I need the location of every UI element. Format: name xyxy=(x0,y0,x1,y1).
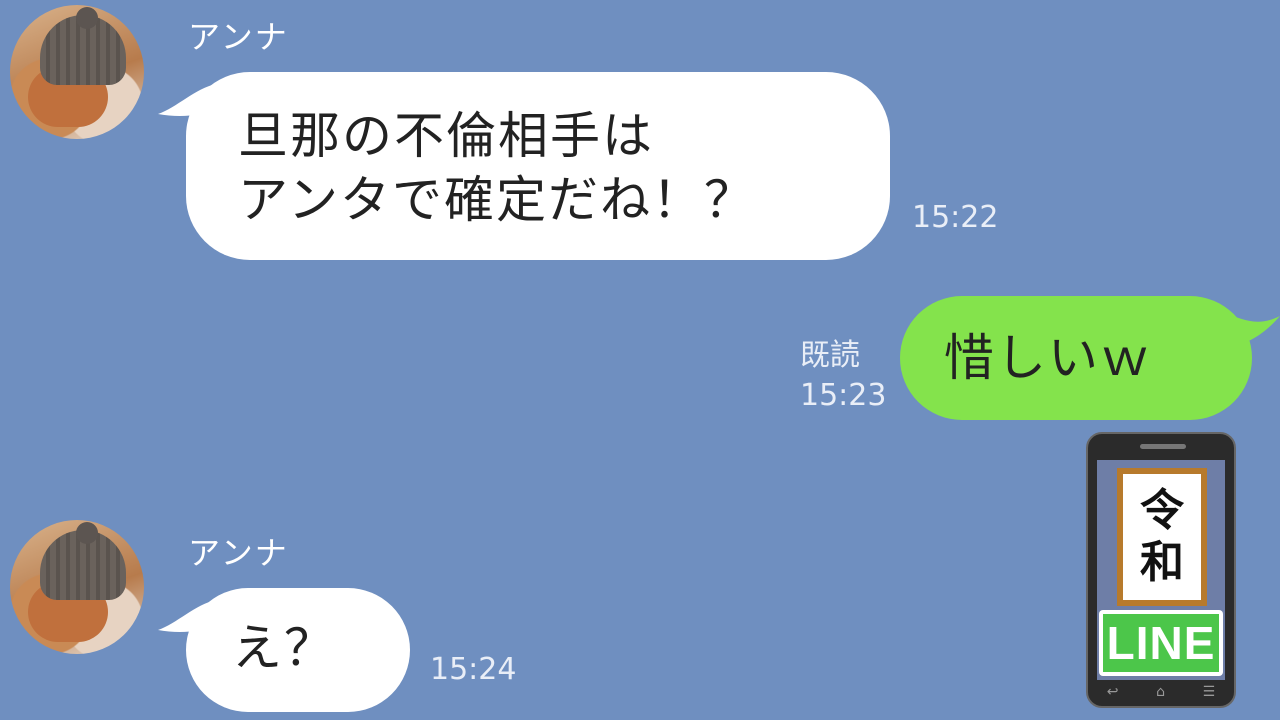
avatar[interactable] xyxy=(10,520,144,654)
phone-screen: 令 和 LINE xyxy=(1097,460,1225,680)
read-receipt: 既読 15:23 xyxy=(800,336,886,416)
bubble-tail xyxy=(1226,314,1280,346)
message-time: 15:23 xyxy=(800,378,887,413)
reiwa-line-phone-badge: 令 和 LINE ↩ ⌂ ☰ xyxy=(1086,432,1236,708)
sender-name: アンナ xyxy=(188,534,289,572)
back-icon: ↩ xyxy=(1106,684,1119,700)
sender-name: アンナ xyxy=(188,18,289,56)
message-text: 惜しいｗ xyxy=(944,329,1152,387)
era-char: 令 xyxy=(1140,485,1184,536)
message-time: 15:22 xyxy=(912,200,999,235)
message-bubble[interactable]: 惜しいｗ xyxy=(900,296,1252,420)
message-line: 旦那の不倫相手は xyxy=(238,107,654,165)
line-logo-text: LINE xyxy=(1103,614,1219,672)
home-icon: ⌂ xyxy=(1156,684,1166,700)
message-line: アンタで確定だね！？ xyxy=(238,171,756,229)
line-logo: LINE xyxy=(1099,610,1223,676)
read-label: 既読 xyxy=(800,338,860,373)
avatar[interactable] xyxy=(10,5,144,139)
avatar-pom xyxy=(76,522,98,544)
era-char: 和 xyxy=(1140,537,1184,588)
message-bubble[interactable]: え？ xyxy=(186,588,410,712)
era-name-sign: 令 和 xyxy=(1117,468,1207,606)
message-bubble[interactable]: 旦那の不倫相手は アンタで確定だね！？ xyxy=(186,72,890,260)
avatar-pom xyxy=(76,7,98,29)
phone-navbar: ↩ ⌂ ☰ xyxy=(1088,682,1234,702)
message-text: え？ xyxy=(232,619,336,677)
phone-speaker xyxy=(1140,444,1186,449)
menu-icon: ☰ xyxy=(1202,684,1216,700)
message-time: 15:24 xyxy=(430,652,517,687)
